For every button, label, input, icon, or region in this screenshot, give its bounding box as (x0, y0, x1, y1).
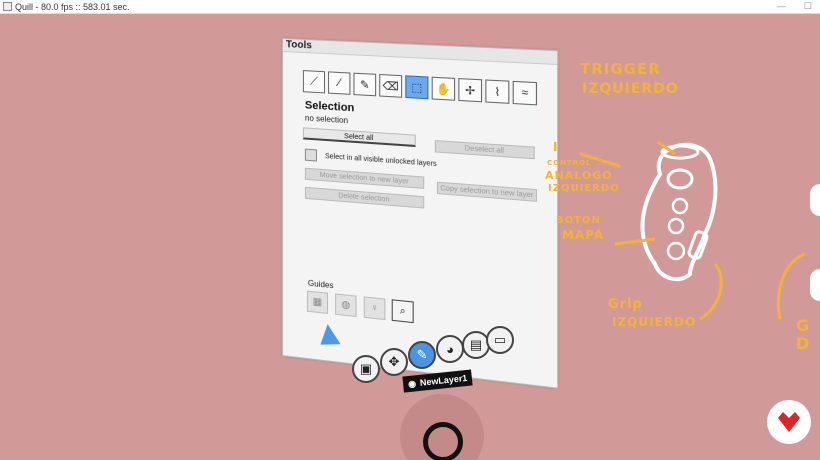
paint-tool[interactable]: ✎ (353, 73, 376, 97)
tool-row: ⟋ ∕ ✎ ⌫ ⬚ ✋ ✢ ⌇ ≈ (303, 70, 537, 105)
arrow-right (778, 254, 805, 319)
layer-tag[interactable]: ◉ NewLayer1 (402, 369, 473, 392)
marquee-icon: ⬚ (411, 80, 422, 94)
app-icon (3, 2, 12, 11)
eraser-icon: ⌫ (383, 79, 399, 93)
annotation-control: CONTROL (547, 160, 592, 167)
guide-sphere[interactable]: ◍ (335, 293, 356, 317)
copy-selection-button[interactable]: Copy selection to new layer (437, 182, 537, 202)
analog-stick-icon (668, 170, 692, 188)
map-search-icon: ⌕ (400, 305, 406, 317)
annotation-mapa: MAPA (562, 229, 604, 241)
edge-control-bottom (810, 269, 820, 301)
button-x-icon (669, 219, 683, 233)
guide-grid[interactable]: ▦ (307, 291, 328, 314)
vr-scene: Tools ⟋ ∕ ✎ ⌫ ⬚ ✋ ✢ ⌇ ≈ Selection no selection S… (0, 14, 820, 460)
brushes-icon: ✎ (417, 347, 428, 363)
arrow-grip (700, 264, 721, 319)
layer-name: NewLayer1 (419, 373, 467, 388)
move-icon: ✥ (389, 354, 400, 370)
window-titlebar: Quill - 80.0 fps :: 583.01 sec. — ☐ (0, 0, 820, 14)
selection-title: Selection (305, 99, 355, 114)
brand-logo (767, 400, 811, 444)
hand-icon: ✋ (436, 82, 451, 96)
save-icon: ▤ (470, 337, 482, 353)
annotation-marker-i: I (553, 141, 558, 153)
brush-icon: ⟋ (310, 75, 318, 89)
toolbar-move[interactable]: ✥ (380, 348, 408, 376)
panel-title: Tools (283, 39, 557, 65)
controller-ring-icon (423, 422, 463, 460)
curve-icon: ≈ (521, 87, 528, 100)
wave-icon: ⌇ (494, 85, 500, 99)
toolbar-picture[interactable]: ▣ (352, 355, 380, 383)
tools-panel: Tools ⟋ ∕ ✎ ⌫ ⬚ ✋ ✢ ⌇ ≈ Selection no selection S… (282, 38, 558, 389)
annotation-edge-d: D (796, 336, 810, 352)
menu-button-icon (668, 243, 684, 259)
toolbar-palette[interactable]: ◕ (436, 335, 464, 363)
sphere-icon: ◍ (341, 299, 350, 311)
toolbar-paint[interactable]: ✎ (408, 341, 436, 369)
brush-tool[interactable]: ⟋ (303, 70, 325, 93)
toolbar-open[interactable]: ▭ (486, 326, 514, 354)
edge-control-top (810, 184, 820, 216)
annotation-edge-g: G (796, 318, 810, 334)
guide-bulb[interactable]: ♀ (364, 296, 386, 320)
annotation-boton: BOTON (556, 216, 601, 226)
selection-tool[interactable]: ⬚ (405, 75, 428, 99)
window-title: Quill - 80.0 fps :: 583.01 sec. (15, 2, 130, 12)
smooth-tool[interactable]: ⌇ (485, 79, 509, 103)
palette-icon: ◕ (446, 342, 454, 357)
picture-icon: ▣ (360, 361, 372, 377)
maximize-icon[interactable]: ☐ (804, 1, 812, 12)
annotation-izquierdo-2: IZQUIERDO (548, 184, 620, 194)
annotation-grip: Grip (608, 298, 643, 311)
logo-icon (776, 412, 802, 432)
folder-icon: ▭ (494, 332, 506, 348)
eraser-tool[interactable]: ⌫ (379, 74, 402, 98)
window-controls: — ☐ (777, 1, 812, 12)
paintbrush-icon: ✎ (360, 78, 369, 92)
select-visible-label: Select in all visible unlocked layers (325, 153, 437, 168)
cursor-pointer-icon (318, 324, 341, 345)
direction-tool[interactable]: ✢ (458, 78, 482, 102)
move-selection-button[interactable]: Move selection to new layer (305, 168, 424, 189)
annotation-izquierdo-1: IZQUIERDO (582, 82, 679, 96)
pen-icon: ∕ (338, 77, 340, 89)
annotation-analogo: ANALOGO (545, 170, 613, 181)
guides-label: Guides (308, 279, 334, 291)
delete-selection-button[interactable]: Delete selection (305, 187, 424, 209)
guide-zoom[interactable]: ⌕ (392, 299, 414, 323)
arrows-icon: ✢ (465, 83, 475, 97)
select-all-button[interactable]: Select all (303, 127, 416, 147)
deselect-all-button[interactable]: Deselect all (435, 140, 535, 159)
annotation-izquierdo-3: IZQUIERDO (612, 316, 696, 328)
button-y-icon (673, 199, 687, 213)
lightbulb-icon: ♀ (371, 302, 379, 314)
curve-tool[interactable]: ≈ (513, 81, 537, 106)
grid-plane-icon: ▦ (313, 296, 323, 308)
eye-icon[interactable]: ◉ (407, 375, 416, 392)
selection-status: no selection (305, 113, 348, 125)
line-tool[interactable]: ∕ (328, 71, 350, 95)
grab-tool[interactable]: ✋ (432, 77, 455, 101)
arrow-mapa (615, 239, 655, 244)
select-visible-checkbox[interactable] (305, 149, 317, 162)
minimize-icon[interactable]: — (777, 1, 786, 12)
annotation-trigger: TRIGGER (580, 62, 661, 77)
